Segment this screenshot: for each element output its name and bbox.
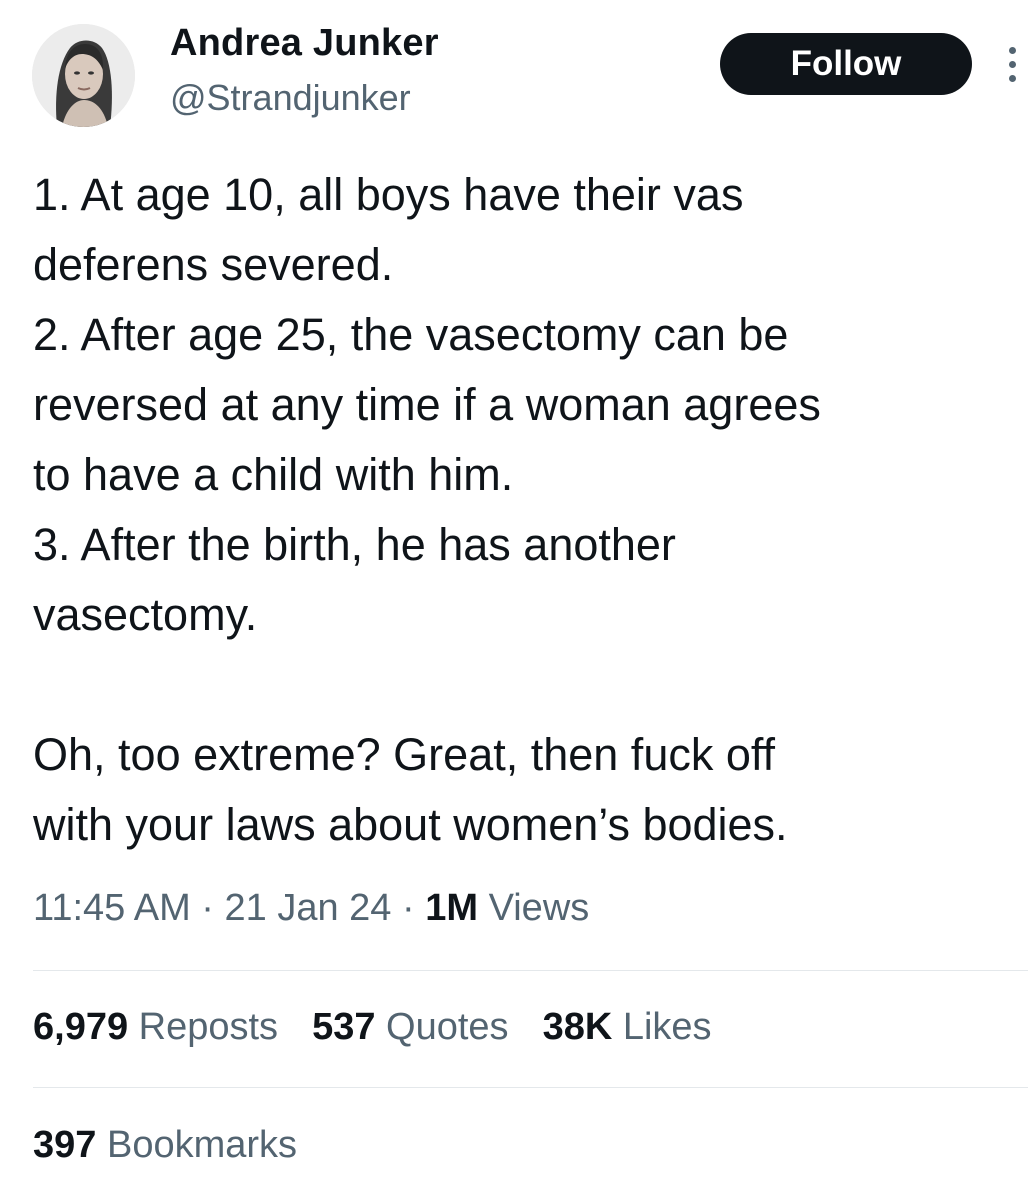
quotes-count: 537 <box>312 1006 376 1048</box>
likes-label: Likes <box>622 1006 712 1048</box>
author-name[interactable]: Andrea Junker <box>170 22 439 65</box>
divider <box>33 970 1028 971</box>
more-dot <box>1008 60 1016 68</box>
tweet-meta: 11:45 AM · 21 Jan 24 · 1M Views <box>33 887 589 930</box>
tweet-line: vasectomy. <box>33 589 258 640</box>
reposts-count: 6,979 <box>33 1006 129 1048</box>
tweet-line: Oh, too extreme? Great, then fuck off <box>33 729 776 780</box>
follow-button[interactable]: Follow <box>720 33 972 95</box>
more-vertical-icon[interactable] <box>1000 40 1024 88</box>
tweet-line: deferens severed. <box>33 239 394 290</box>
views-label: Views <box>488 887 590 929</box>
reposts-stat[interactable]: 6,979 Reposts <box>33 1006 278 1049</box>
meta-separator: · <box>402 887 415 929</box>
tweet-line: 3. After the birth, he has another <box>33 519 676 570</box>
views-count: 1M <box>425 887 479 929</box>
more-dot <box>1008 46 1016 54</box>
likes-count: 38K <box>542 1006 613 1048</box>
tweet-text: 1. At age 10, all boys have their vas de… <box>33 160 1013 860</box>
tweet-line: 1. At age 10, all boys have their vas <box>33 169 744 220</box>
profile-photo <box>32 24 135 127</box>
quotes-label: Quotes <box>386 1006 509 1048</box>
divider <box>33 1087 1028 1088</box>
tweet-line: with your laws about women’s bodies. <box>33 799 788 850</box>
tweet-line: reversed at any time if a woman agrees <box>33 379 821 430</box>
bookmarks-count: 397 <box>33 1124 97 1166</box>
avatar[interactable] <box>32 24 135 127</box>
tweet-line: 2. After age 25, the vasectomy can be <box>33 309 789 360</box>
tweet-time[interactable]: 11:45 AM <box>33 887 191 929</box>
tweet-line: to have a child with him. <box>33 449 514 500</box>
quotes-stat[interactable]: 537 Quotes <box>312 1006 509 1049</box>
engagement-stats: 6,979 Reposts 537 Quotes 38K Likes <box>33 1006 712 1049</box>
likes-stat[interactable]: 38K Likes <box>543 1006 712 1049</box>
more-dot <box>1008 74 1016 82</box>
reposts-label: Reposts <box>138 1006 279 1048</box>
bookmarks-label: Bookmarks <box>106 1124 298 1166</box>
author-handle[interactable]: @Strandjunker <box>170 77 411 119</box>
meta-separator: · <box>201 887 214 929</box>
tweet-date[interactable]: 21 Jan 24 <box>225 887 392 929</box>
bookmarks-stat[interactable]: 397 Bookmarks <box>33 1124 297 1167</box>
